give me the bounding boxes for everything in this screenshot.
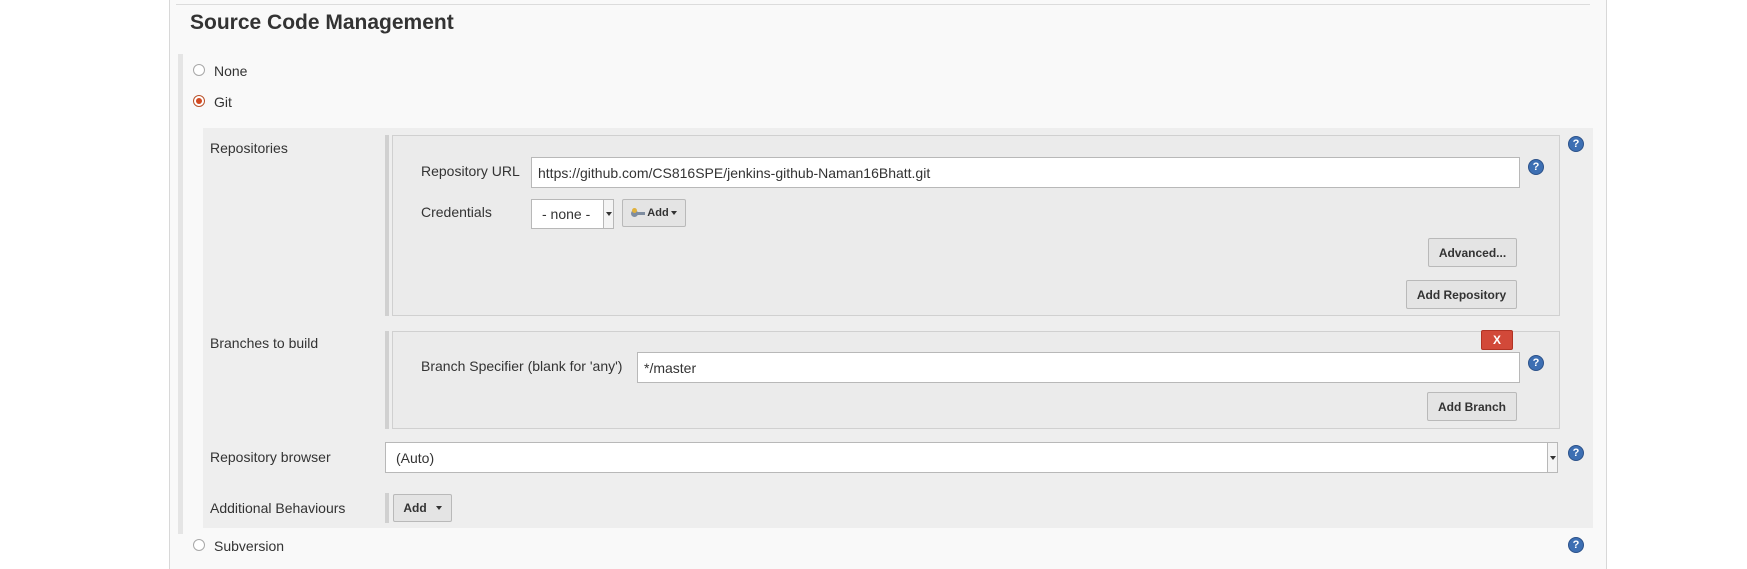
- credentials-add-button[interactable]: Add: [622, 199, 686, 227]
- add-branch-button[interactable]: Add Branch: [1427, 392, 1517, 421]
- branches-label: Branches to build: [210, 335, 319, 351]
- radio-git[interactable]: [193, 95, 205, 107]
- delete-branch-button[interactable]: X: [1481, 330, 1513, 350]
- chevron-down-icon: [435, 506, 442, 510]
- credentials-select-value: - none -: [542, 206, 591, 222]
- key-icon: [631, 207, 646, 217]
- divider: [176, 4, 1590, 5]
- repository-url-help-icon[interactable]: ?: [1528, 159, 1544, 175]
- repository-browser-label: Repository browser: [210, 449, 331, 465]
- additional-behaviours-label: Additional Behaviours: [210, 500, 346, 516]
- repository-browser-value: (Auto): [396, 449, 435, 466]
- repository-url-label: Repository URL: [421, 163, 520, 179]
- subversion-help-icon[interactable]: ?: [1568, 537, 1584, 553]
- branch-specifier-input[interactable]: */master: [637, 352, 1520, 383]
- radio-subversion[interactable]: [193, 539, 205, 551]
- chevron-down-icon: [603, 200, 613, 228]
- repositories-label: Repositories: [210, 140, 288, 156]
- chevron-down-icon: [670, 211, 677, 215]
- scm-option-none[interactable]: None: [193, 63, 247, 79]
- add-behaviour-button[interactable]: Add: [393, 494, 452, 522]
- credentials-select[interactable]: - none -: [531, 199, 614, 229]
- repository-browser-select[interactable]: (Auto): [385, 442, 1558, 473]
- branch-specifier-label: Branch Specifier (blank for 'any'): [421, 358, 623, 374]
- scm-option-subversion[interactable]: Subversion: [193, 538, 284, 554]
- scm-option-subversion-label: Subversion: [214, 538, 285, 554]
- scm-option-none-label: None: [214, 63, 248, 79]
- chevron-down-icon: [1547, 443, 1557, 472]
- add-repository-button[interactable]: Add Repository: [1406, 280, 1517, 309]
- branch-specifier-help-icon[interactable]: ?: [1528, 355, 1544, 371]
- credentials-label: Credentials: [421, 204, 492, 220]
- add-behaviour-label: Add: [403, 501, 427, 515]
- scm-option-git-label: Git: [214, 94, 232, 110]
- options-indent-bar: [178, 54, 183, 534]
- credentials-add-label: Add: [647, 207, 669, 219]
- section-title: Source Code Management: [190, 11, 454, 34]
- radio-none[interactable]: [193, 64, 205, 76]
- repositories-help-icon[interactable]: ?: [1568, 136, 1584, 152]
- repository-url-input[interactable]: https://github.com/CS816SPE/jenkins-gith…: [531, 157, 1520, 188]
- scm-option-git[interactable]: Git: [193, 94, 232, 110]
- advanced-button[interactable]: Advanced...: [1428, 238, 1517, 267]
- repository-browser-help-icon[interactable]: ?: [1568, 445, 1584, 461]
- behaviours-indent-bar: [385, 493, 389, 523]
